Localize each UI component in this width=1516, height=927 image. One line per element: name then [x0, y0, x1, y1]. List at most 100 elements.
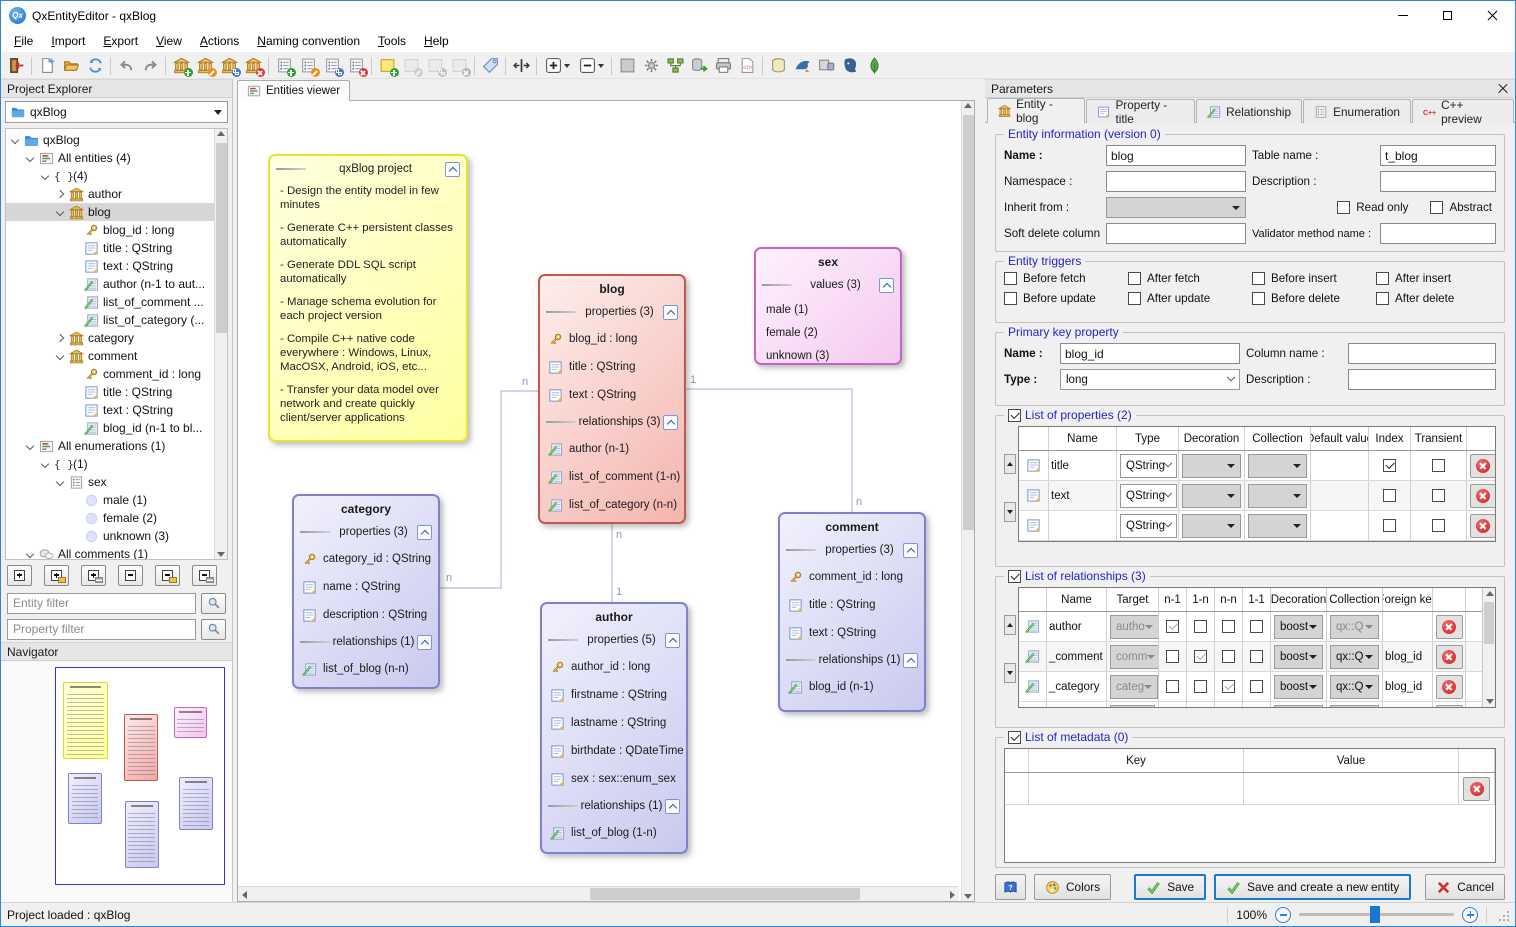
decoration-select[interactable]: boost [1274, 615, 1323, 639]
entity-member[interactable]: author (n-1) [540, 435, 684, 463]
transient-checkbox[interactable] [1432, 519, 1445, 532]
expand-entities-button[interactable] [44, 565, 69, 586]
fit-width-button[interactable] [509, 55, 533, 77]
entity-member[interactable]: name : QString [294, 573, 438, 601]
mongodb-button[interactable] [862, 55, 886, 77]
entity-member[interactable]: lastname : QString [542, 709, 686, 737]
entity-member[interactable]: list_of_comment (1-n) [540, 463, 684, 491]
delete-enumeration-button[interactable] [344, 55, 368, 77]
mssql-button[interactable] [814, 55, 838, 77]
delete-row-button[interactable] [1436, 675, 1463, 699]
1-1-checkbox[interactable] [1250, 680, 1263, 693]
tree-item-blog[interactable]: blog [6, 203, 214, 221]
tree-item-list-of-comment[interactable]: list_of_comment ... [6, 293, 214, 311]
add-enumeration-button[interactable] [272, 55, 296, 77]
collection-select[interactable] [1248, 514, 1307, 538]
collapse-button[interactable] [665, 633, 680, 648]
tab-entity-blog[interactable]: Entity - blog [987, 98, 1085, 123]
tab-entities-viewer[interactable]: Entities viewer [237, 80, 350, 101]
move-row-up-button[interactable] [1004, 615, 1016, 635]
default-value-cell[interactable] [1311, 451, 1369, 480]
menu-export[interactable]: Export [94, 31, 147, 51]
menu-naming-convention[interactable]: Naming convention [248, 31, 369, 51]
tab-relationship[interactable]: Relationship [1196, 99, 1302, 123]
entity-member[interactable]: list_of_blog (n-n) [294, 655, 438, 683]
abstract-checkbox[interactable] [1430, 201, 1443, 214]
collapse-button[interactable] [879, 278, 894, 293]
property-filter-input[interactable] [7, 619, 196, 640]
collapse-all-button[interactable] [118, 565, 143, 586]
add-entity-button[interactable] [169, 55, 193, 77]
tab-property-title[interactable]: Property - title [1086, 99, 1195, 123]
n-n-checkbox[interactable] [1222, 680, 1235, 693]
zoom-slider-handle[interactable] [1370, 906, 1380, 923]
tree-item-sex[interactable]: sex [6, 473, 214, 491]
tree-item-female-2[interactable]: female (2) [6, 509, 214, 527]
expander-icon[interactable] [55, 351, 65, 361]
tree-item-author[interactable]: author [6, 185, 214, 203]
redo-button[interactable] [138, 55, 162, 77]
zoom-out-button[interactable] [574, 55, 608, 77]
navigator-thumbnail[interactable] [55, 667, 225, 885]
n-n-checkbox[interactable] [1222, 650, 1235, 663]
namespace-input[interactable] [1106, 171, 1246, 192]
relationship-name-cell[interactable]: author [1047, 612, 1107, 641]
delete-row-button[interactable] [1436, 705, 1463, 709]
tree-item-qxblog[interactable]: qxBlog [6, 131, 214, 149]
settings-button[interactable] [639, 55, 663, 77]
minimize-button[interactable] [1380, 1, 1425, 30]
after-update-checkbox[interactable] [1128, 292, 1141, 305]
after-insert-checkbox[interactable] [1376, 272, 1389, 285]
tree-item-blog-id-n-1-to-bl[interactable]: blog_id (n-1 to bl... [6, 419, 214, 437]
relationship-name-cell[interactable]: _comment [1047, 642, 1107, 671]
mysql-button[interactable] [790, 55, 814, 77]
entity-member[interactable]: blog_id : long [540, 325, 684, 353]
tree-item-title-qstring[interactable]: title : QString [6, 239, 214, 257]
tree-item-male-1[interactable]: male (1) [6, 491, 214, 509]
collection-select[interactable] [1248, 454, 1307, 478]
foreign-key-cell[interactable]: blog_id [1383, 672, 1433, 701]
tree-item-all-enumerations-1[interactable]: All enumerations (1) [6, 437, 214, 455]
menu-tools[interactable]: Tools [369, 31, 415, 51]
delete-row-button[interactable] [1436, 615, 1463, 639]
collapse-button[interactable] [417, 525, 432, 540]
n-1-checkbox[interactable] [1166, 680, 1179, 693]
entity-member[interactable]: female (2) [756, 321, 900, 344]
move-row-up-button[interactable] [1004, 454, 1016, 474]
open-project-button[interactable] [59, 55, 83, 77]
tree-scroll-thumb[interactable] [216, 143, 227, 333]
decoration-select[interactable]: boost [1274, 675, 1323, 699]
list-of-metadata-checkbox[interactable] [1008, 731, 1021, 744]
n-1-checkbox[interactable] [1166, 650, 1179, 663]
expander-icon[interactable] [40, 459, 50, 469]
zoom-out-button[interactable] [1275, 907, 1291, 923]
entity-member[interactable]: male (1) [756, 298, 900, 321]
before-update-checkbox[interactable] [1004, 292, 1017, 305]
close-button[interactable] [1470, 1, 1515, 30]
decoration-select[interactable] [1182, 454, 1241, 478]
save-and-create-button[interactable]: Save and create a new entity [1214, 874, 1411, 900]
menu-file[interactable]: File [5, 31, 42, 51]
type-select[interactable]: QString [1120, 454, 1177, 478]
tree-item-4[interactable]: { }(4) [6, 167, 214, 185]
collection-select[interactable]: qx::Q [1330, 615, 1379, 639]
metadata-value-cell[interactable] [1244, 773, 1459, 804]
expand-all-button[interactable] [7, 565, 32, 586]
print-button[interactable] [711, 55, 735, 77]
tree-scrollbar[interactable] [214, 129, 227, 559]
entity-member[interactable]: title : QString [780, 591, 924, 619]
collapse-button[interactable] [663, 305, 678, 320]
tree-item-all-entities-4[interactable]: All entities (4) [6, 149, 214, 167]
read-only-checkbox[interactable] [1337, 201, 1350, 214]
relationship-name-cell[interactable]: _category [1047, 672, 1107, 701]
maximize-button[interactable] [1425, 1, 1470, 30]
tree-item-1[interactable]: { }(1) [6, 455, 214, 473]
entity-member[interactable]: list_of_blog (1-n) [542, 819, 686, 847]
inherit-from-select[interactable] [1106, 197, 1246, 218]
decoration-select[interactable] [1274, 705, 1323, 709]
expander-icon[interactable] [25, 153, 35, 163]
property-name-cell[interactable]: text [1049, 481, 1117, 510]
canvas-vertical-scrollbar[interactable] [961, 101, 974, 901]
delete-note-button[interactable] [447, 55, 471, 77]
undo-button[interactable] [114, 55, 138, 77]
